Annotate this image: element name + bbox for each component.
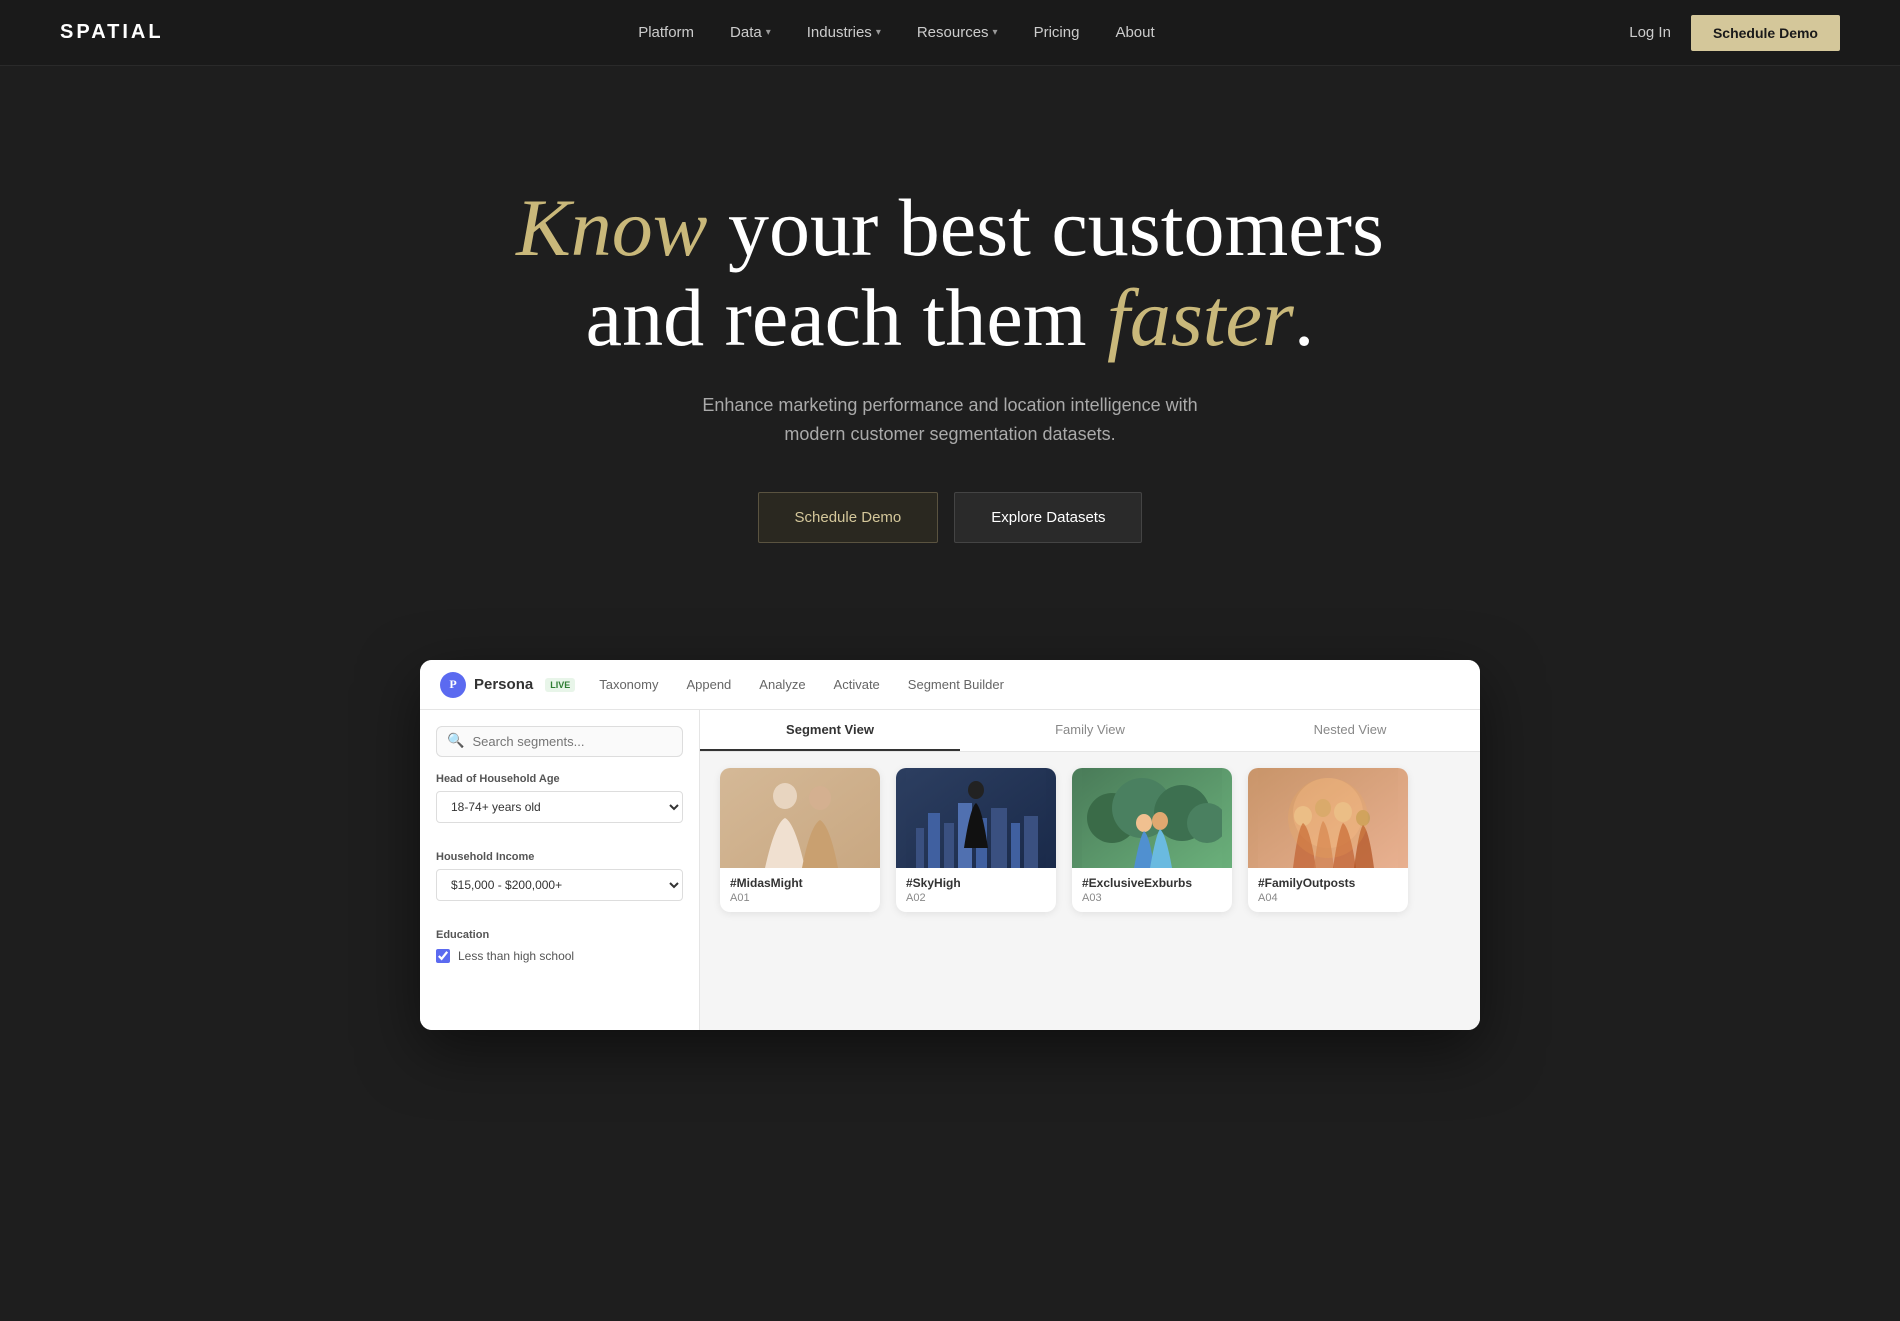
education-checkbox-label: Less than high school	[458, 949, 574, 963]
filter-age-label: Head of Household Age	[436, 773, 683, 785]
demo-nav-taxonomy[interactable]: Taxonomy	[599, 673, 658, 696]
tab-nested-view[interactable]: Nested View	[1220, 710, 1480, 751]
segment-id-exurbs: A03	[1082, 892, 1222, 904]
demo-card: P Persona LIVE Taxonomy Append Analyze A…	[420, 660, 1480, 1030]
hero-title: Know your best customers and reach them …	[516, 183, 1384, 363]
segment-info-exurbs: #ExclusiveExburbs A03	[1072, 868, 1232, 912]
demo-logo: P Persona LIVE	[440, 672, 575, 698]
hero-title-italic-white: faster	[1107, 272, 1294, 363]
demo-logo-text: Persona	[474, 676, 533, 693]
demo-segments: #MidasMight A01	[700, 752, 1480, 928]
segment-card-skyhigh[interactable]: #SkyHigh A02	[896, 768, 1056, 912]
demo-nav-items: Taxonomy Append Analyze Activate Segment…	[599, 673, 1004, 696]
segment-card-exurbs[interactable]: #ExclusiveExburbs A03	[1072, 768, 1232, 912]
hero-title-italic-gold: Know	[516, 182, 707, 273]
demo-search-container: 🔍	[436, 726, 683, 757]
hero-title-line2-text: and reach them	[586, 272, 1087, 363]
chevron-down-icon: ▾	[876, 27, 881, 38]
segment-card-midas[interactable]: #MidasMight A01	[720, 768, 880, 912]
demo-nav-segment-builder[interactable]: Segment Builder	[908, 673, 1004, 696]
search-input[interactable]	[472, 734, 672, 749]
nav-logo: SPATIAL	[60, 21, 164, 44]
demo-view-tabs: Segment View Family View Nested View	[700, 710, 1480, 752]
login-link[interactable]: Log In	[1629, 24, 1671, 41]
segment-img-family	[1248, 768, 1408, 868]
segment-tag-skyhigh: #SkyHigh	[906, 876, 1046, 890]
education-checkbox[interactable]	[436, 949, 450, 963]
hero-subtitle: Enhance marketing performance and locati…	[690, 391, 1210, 449]
live-badge: LIVE	[545, 678, 575, 692]
segment-card-family[interactable]: #FamilyOutposts A04	[1248, 768, 1408, 912]
search-icon: 🔍	[447, 733, 464, 750]
hero-section: Know your best customers and reach them …	[0, 0, 1900, 660]
filter-income-section: Household Income $15,000 - $200,000+	[436, 851, 683, 917]
tab-family-view[interactable]: Family View	[960, 710, 1220, 751]
demo-body: 🔍 Head of Household Age 18-74+ years old…	[420, 710, 1480, 1030]
hero-title-text2: your best customers	[728, 182, 1384, 273]
filter-education-section: Education Less than high school	[436, 929, 683, 963]
hero-explore-datasets-button[interactable]: Explore Datasets	[954, 492, 1142, 543]
education-checkbox-row: Less than high school	[436, 949, 683, 963]
nav-link-pricing[interactable]: Pricing	[1034, 24, 1080, 41]
filter-age-section: Head of Household Age 18-74+ years old	[436, 773, 683, 839]
demo-navbar: P Persona LIVE Taxonomy Append Analyze A…	[420, 660, 1480, 710]
segment-tag-midas: #MidasMight	[730, 876, 870, 890]
segment-info-skyhigh: #SkyHigh A02	[896, 868, 1056, 912]
segment-id-skyhigh: A02	[906, 892, 1046, 904]
segment-id-family: A04	[1258, 892, 1398, 904]
segment-info-family: #FamilyOutposts A04	[1248, 868, 1408, 912]
hero-title-period: .	[1294, 272, 1315, 363]
schedule-demo-button[interactable]: Schedule Demo	[1691, 15, 1840, 51]
nav-link-resources[interactable]: Resources ▾	[917, 24, 998, 41]
nav-link-data[interactable]: Data ▾	[730, 24, 771, 41]
segment-img-exurbs	[1072, 768, 1232, 868]
demo-nav-analyze[interactable]: Analyze	[759, 673, 805, 696]
segment-tag-family: #FamilyOutposts	[1258, 876, 1398, 890]
segment-img-skyhigh	[896, 768, 1056, 868]
nav-link-industries[interactable]: Industries ▾	[807, 24, 881, 41]
demo-section: P Persona LIVE Taxonomy Append Analyze A…	[0, 660, 1900, 1110]
hero-schedule-demo-button[interactable]: Schedule Demo	[758, 492, 939, 543]
nav-link-platform[interactable]: Platform	[638, 24, 694, 41]
demo-nav-append[interactable]: Append	[686, 673, 731, 696]
tab-segment-view[interactable]: Segment View	[700, 710, 960, 751]
filter-income-select[interactable]: $15,000 - $200,000+	[436, 869, 683, 901]
chevron-down-icon: ▾	[766, 27, 771, 38]
segment-info-midas: #MidasMight A01	[720, 868, 880, 912]
logo-text: SPATIAL	[60, 21, 164, 43]
filter-age-select[interactable]: 18-74+ years old	[436, 791, 683, 823]
chevron-down-icon: ▾	[993, 27, 998, 38]
segment-id-midas: A01	[730, 892, 870, 904]
demo-left-panel: 🔍 Head of Household Age 18-74+ years old…	[420, 710, 700, 1030]
nav-link-about[interactable]: About	[1115, 24, 1154, 41]
filter-education-label: Education	[436, 929, 683, 941]
filter-income-label: Household Income	[436, 851, 683, 863]
nav-links: Platform Data ▾ Industries ▾ Resources ▾…	[638, 24, 1154, 41]
persona-icon: P	[440, 672, 466, 698]
navbar: SPATIAL Platform Data ▾ Industries ▾ Res…	[0, 0, 1900, 66]
hero-buttons: Schedule Demo Explore Datasets	[758, 492, 1143, 543]
demo-right-panel: Segment View Family View Nested View	[700, 710, 1480, 1030]
segment-img-midas	[720, 768, 880, 868]
demo-nav-activate[interactable]: Activate	[834, 673, 880, 696]
nav-actions: Log In Schedule Demo	[1629, 15, 1840, 51]
segment-tag-exurbs: #ExclusiveExburbs	[1082, 876, 1222, 890]
